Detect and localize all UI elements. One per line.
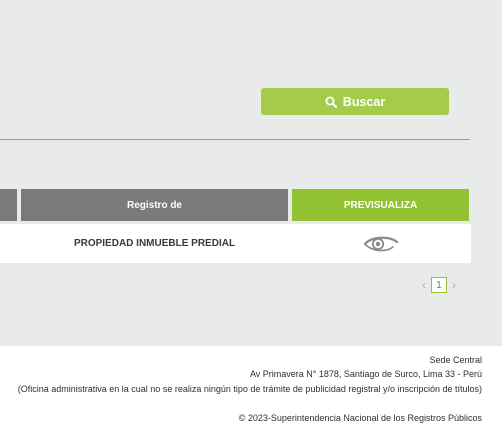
table-header-previsualiza: PREVISUALIZA — [292, 189, 469, 221]
table-header-registro: Registro de — [21, 189, 288, 221]
pagination-prev[interactable]: ‹ — [422, 277, 426, 293]
footer-copyright: © 2023-Superintendencia Nacional de los … — [238, 413, 482, 423]
search-button[interactable]: Buscar — [261, 88, 449, 115]
search-button-label: Buscar — [342, 94, 386, 109]
pagination-page-1[interactable]: 1 — [431, 277, 447, 293]
preview-button[interactable] — [292, 224, 469, 263]
search-icon — [325, 96, 337, 108]
table-header-partial-column — [0, 189, 17, 221]
pagination-next[interactable]: › — [452, 277, 456, 293]
cell-registro: PROPIEDAD INMUEBLE PREDIAL — [73, 238, 236, 249]
main-content: Buscar Registro de PREVISUALIZA PROPIEDA… — [0, 0, 502, 346]
footer: Sede Central Av Primavera N° 1878, Santi… — [0, 346, 502, 428]
eye-icon — [363, 236, 398, 251]
pagination: ‹ 1 › — [422, 277, 456, 293]
footer-sede: Sede Central — [429, 355, 482, 365]
divider — [0, 139, 470, 140]
footer-address: Av Primavera N° 1878, Santiago de Surco,… — [249, 369, 482, 379]
footer-note: (Oficina administrativa en la cual no se… — [17, 384, 482, 394]
table-row: PROPIEDAD INMUEBLE PREDIAL — [0, 224, 471, 263]
